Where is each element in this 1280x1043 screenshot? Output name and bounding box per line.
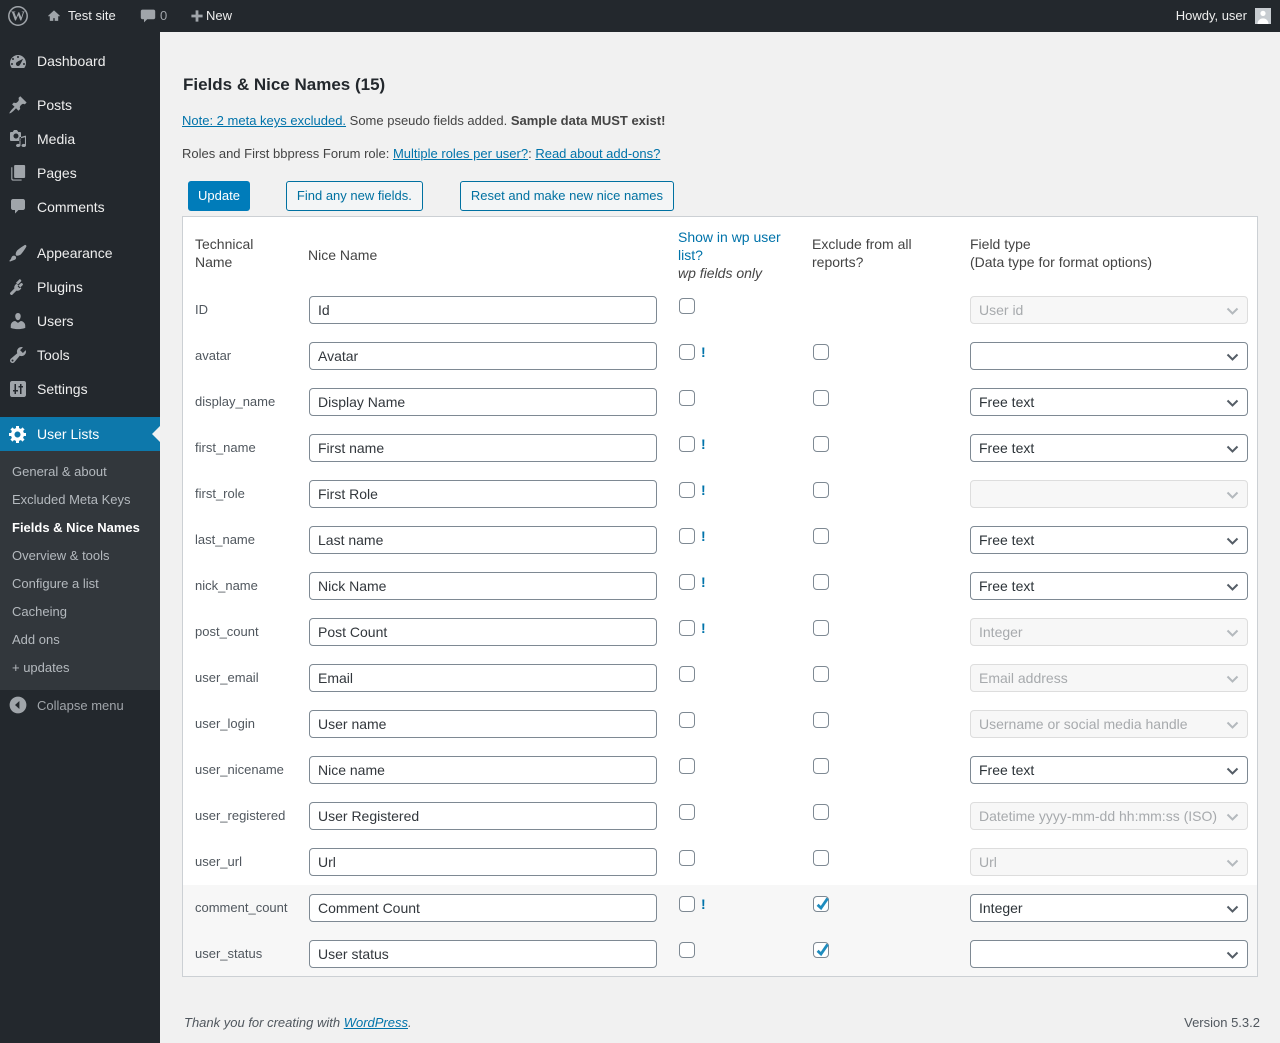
svg-text:W: W	[11, 10, 25, 25]
